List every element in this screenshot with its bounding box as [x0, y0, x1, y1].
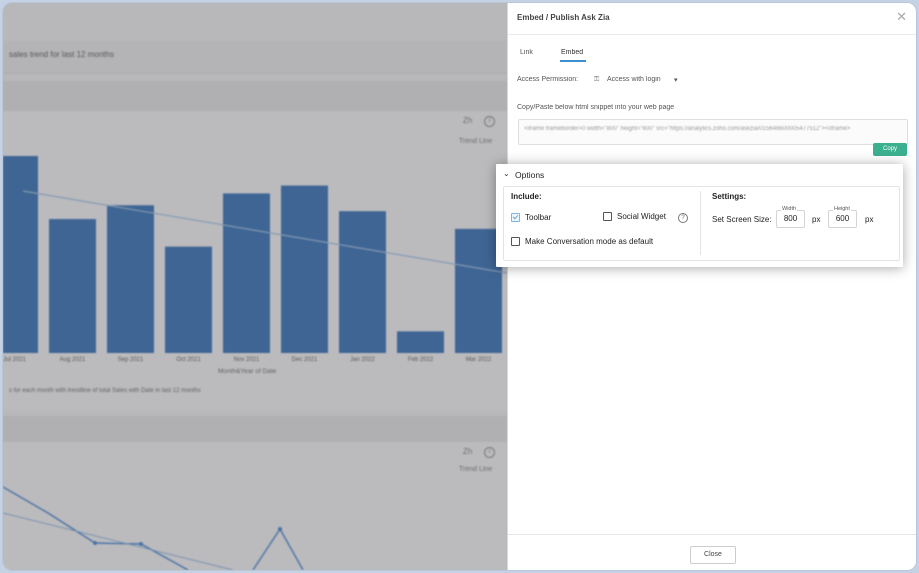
- width-input[interactable]: 800: [776, 210, 805, 228]
- chevron-down-icon[interactable]: ⌄: [503, 169, 510, 178]
- conversation-mode-label[interactable]: Make Conversation mode as default: [525, 237, 653, 246]
- height-input[interactable]: 600: [828, 210, 857, 228]
- embed-snippet-text: <iframe frameborder=0 width="800" height…: [524, 126, 851, 132]
- tab-active-indicator: [560, 60, 586, 62]
- conversation-mode-checkbox[interactable]: [511, 237, 520, 246]
- dialog-title: Embed / Publish Ask Zia: [517, 13, 610, 22]
- divider: [508, 34, 916, 35]
- options-title[interactable]: Options: [515, 170, 544, 180]
- vertical-divider: [700, 191, 701, 255]
- width-unit: px: [812, 215, 821, 224]
- tab-link[interactable]: Link: [520, 49, 533, 56]
- embed-snippet-box[interactable]: <iframe frameborder=0 width="800" height…: [518, 119, 908, 145]
- toolbar-checkbox-label[interactable]: Toolbar: [525, 213, 551, 222]
- settings-label: Settings:: [712, 192, 747, 201]
- lock-icon: ⚿: [594, 76, 600, 83]
- toolbar-checkbox[interactable]: [511, 213, 520, 222]
- help-icon[interactable]: ?: [678, 213, 688, 223]
- width-label: Width: [781, 206, 798, 212]
- social-widget-checkbox[interactable]: [603, 212, 612, 221]
- include-label: Include:: [511, 192, 542, 201]
- access-permission-label: Access Permission:: [517, 76, 579, 83]
- access-permission-select[interactable]: Access with login: [607, 76, 661, 83]
- height-label: Height: [833, 206, 851, 212]
- height-unit: px: [865, 215, 874, 224]
- app-window: sales trend for last 12 months Zh i Tren…: [2, 2, 917, 571]
- modal-overlay: [3, 3, 507, 570]
- embed-publish-dialog: Embed / Publish Ask Zia ✕ Link Embed Acc…: [507, 3, 916, 570]
- tab-embed[interactable]: Embed: [561, 49, 583, 56]
- options-body: Include: Toolbar Social Widget ? Make Co…: [503, 186, 900, 261]
- social-widget-label[interactable]: Social Widget: [617, 212, 666, 221]
- snippet-label: Copy/Paste below html snippet into your …: [517, 104, 675, 111]
- close-icon[interactable]: ✕: [896, 9, 907, 25]
- footer-divider: [508, 534, 916, 535]
- options-panel: ⌄ Options Include: Toolbar Social Widget…: [496, 164, 903, 267]
- chevron-down-icon[interactable]: ▾: [674, 76, 678, 84]
- copy-button[interactable]: Copy: [873, 143, 907, 156]
- screen-size-label: Set Screen Size:: [712, 215, 772, 224]
- close-button[interactable]: Close: [690, 546, 736, 564]
